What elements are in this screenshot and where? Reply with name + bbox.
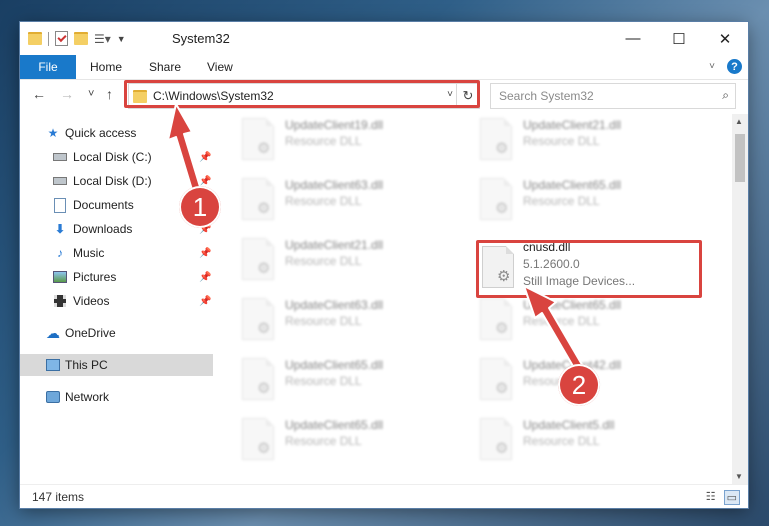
pin-icon: 📌 [199, 271, 212, 283]
toolbar-divider [48, 31, 49, 46]
file-explorer-window: ☰▾ ▼ System32 — ☐ ✕ File Home Share View… [20, 22, 748, 508]
file-item[interactable]: ⚙ UpdateClient21.dll Resource DLL [472, 114, 692, 166]
sidebar-item-network[interactable]: Network [20, 386, 213, 408]
callout-1: 1 [179, 186, 221, 228]
address-highlight-box [124, 80, 480, 108]
drive-icon [53, 151, 67, 163]
vertical-scrollbar[interactable]: ▲ ▼ [732, 114, 748, 484]
videos-icon [53, 295, 67, 307]
file-item[interactable]: ⚙ UpdateClient21.dll Resource DLL [234, 234, 454, 286]
properties-check-icon[interactable] [55, 31, 68, 46]
sidebar-item-local-disk-c[interactable]: Local Disk (C:) 📌 [20, 146, 213, 168]
details-view-icon[interactable]: ☷ [706, 490, 716, 505]
back-button[interactable]: ← [32, 86, 46, 102]
download-icon: ⬇ [54, 222, 66, 236]
sidebar-item-pictures[interactable]: Pictures 📌 [20, 266, 213, 288]
computer-icon [46, 359, 60, 371]
minimize-button[interactable]: — [610, 22, 656, 55]
help-icon[interactable]: ? [727, 59, 742, 74]
file-item[interactable]: ⚙ UpdateClient19.dll Resource DLL [234, 114, 454, 166]
callout-2: 2 [558, 364, 600, 406]
dll-file-icon: ⚙ [242, 298, 274, 340]
tab-home[interactable]: Home [90, 60, 122, 74]
scroll-down-icon[interactable]: ▼ [735, 472, 743, 481]
quick-access-toolbar: ☰▾ ▼ [28, 31, 126, 46]
dll-file-icon: ⚙ [480, 118, 512, 160]
tab-file[interactable]: File [20, 55, 76, 79]
sidebar-item-this-pc[interactable]: This PC [20, 354, 213, 376]
dll-file-icon: ⚙ [242, 418, 274, 460]
sidebar-item-music[interactable]: ♪ Music 📌 [20, 242, 213, 264]
pin-icon: 📌 [199, 295, 212, 307]
drive-icon [53, 175, 67, 187]
sidebar-item-quick-access[interactable]: ★ Quick access [20, 122, 213, 144]
sidebar-item-local-disk-d[interactable]: Local Disk (D:) 📌 [20, 170, 213, 192]
dll-file-icon: ⚙ [480, 178, 512, 220]
ribbon-tabs: File Home Share View ˅ ? [20, 55, 748, 80]
file-item[interactable]: ⚙ UpdateClient65.dll Resource DLL [234, 354, 454, 406]
navigation-bar: ← → ˅ ↑ C:\Windows\System32 ˅ ↻ Search S… [20, 80, 748, 112]
network-icon [46, 391, 60, 403]
customize-toolbar-icon[interactable]: ☰▾ [94, 32, 111, 46]
music-icon: ♪ [57, 246, 63, 260]
folder-icon [28, 32, 42, 45]
sidebar-item-videos[interactable]: Videos 📌 [20, 290, 213, 312]
dll-file-icon: ⚙ [480, 358, 512, 400]
file-list: ⚙ UpdateClient19.dll Resource DLL ⚙ Upda… [216, 114, 732, 484]
tab-share[interactable]: Share [149, 60, 181, 74]
dll-file-icon: ⚙ [480, 418, 512, 460]
expand-ribbon-icon[interactable]: ˅ [709, 61, 715, 72]
maximize-button[interactable]: ☐ [656, 22, 702, 55]
status-bar: 147 items ☷ ▭ [20, 484, 748, 509]
recent-locations-button[interactable]: ˅ [88, 88, 94, 100]
dll-file-icon: ⚙ [242, 178, 274, 220]
file-item[interactable]: ⚙ UpdateClient65.dll Resource DLL [472, 294, 692, 346]
new-folder-icon[interactable] [74, 32, 88, 45]
scroll-thumb[interactable] [735, 134, 745, 182]
navigation-pane: ★ Quick access Local Disk (C:) 📌 Local D… [20, 114, 213, 484]
file-item[interactable]: ⚙ UpdateClient63.dll Resource DLL [234, 294, 454, 346]
qat-dropdown-icon[interactable]: ▼ [117, 34, 126, 44]
dll-file-icon: ⚙ [242, 118, 274, 160]
up-button[interactable]: ↑ [106, 86, 113, 102]
file-item[interactable]: ⚙ UpdateClient5.dll Resource DLL [472, 414, 692, 466]
pin-icon: 📌 [199, 175, 212, 187]
search-placeholder: Search System32 [499, 89, 594, 103]
pin-icon: 📌 [199, 151, 212, 163]
search-icon[interactable]: ⌕ [722, 88, 729, 103]
window-title: System32 [172, 31, 230, 46]
dll-file-icon: ⚙ [480, 298, 512, 340]
dll-file-icon: ⚙ [242, 358, 274, 400]
title-bar: ☰▾ ▼ System32 — ☐ ✕ [20, 22, 748, 55]
pictures-icon [53, 271, 67, 283]
search-input[interactable]: Search System32 ⌕ [490, 83, 736, 109]
pin-icon: 📌 [199, 247, 212, 259]
dll-file-icon: ⚙ [242, 238, 274, 280]
forward-button[interactable]: → [60, 86, 74, 102]
file-item[interactable]: ⚙ UpdateClient63.dll Resource DLL [234, 174, 454, 226]
item-count: 147 items [32, 490, 85, 504]
documents-icon [53, 197, 67, 213]
cloud-icon: ☁ [46, 324, 60, 341]
file-highlight-box [476, 240, 702, 298]
tab-view[interactable]: View [207, 60, 233, 74]
file-item[interactable]: ⚙ UpdateClient65.dll Resource DLL [234, 414, 454, 466]
large-icons-view-icon[interactable]: ▭ [723, 490, 740, 505]
sidebar-item-onedrive[interactable]: ☁ OneDrive [20, 322, 213, 344]
file-item[interactable]: ⚙ UpdateClient65.dll Resource DLL [472, 174, 692, 226]
star-icon: ★ [47, 126, 59, 140]
close-button[interactable]: ✕ [702, 22, 748, 55]
scroll-up-icon[interactable]: ▲ [735, 117, 743, 126]
